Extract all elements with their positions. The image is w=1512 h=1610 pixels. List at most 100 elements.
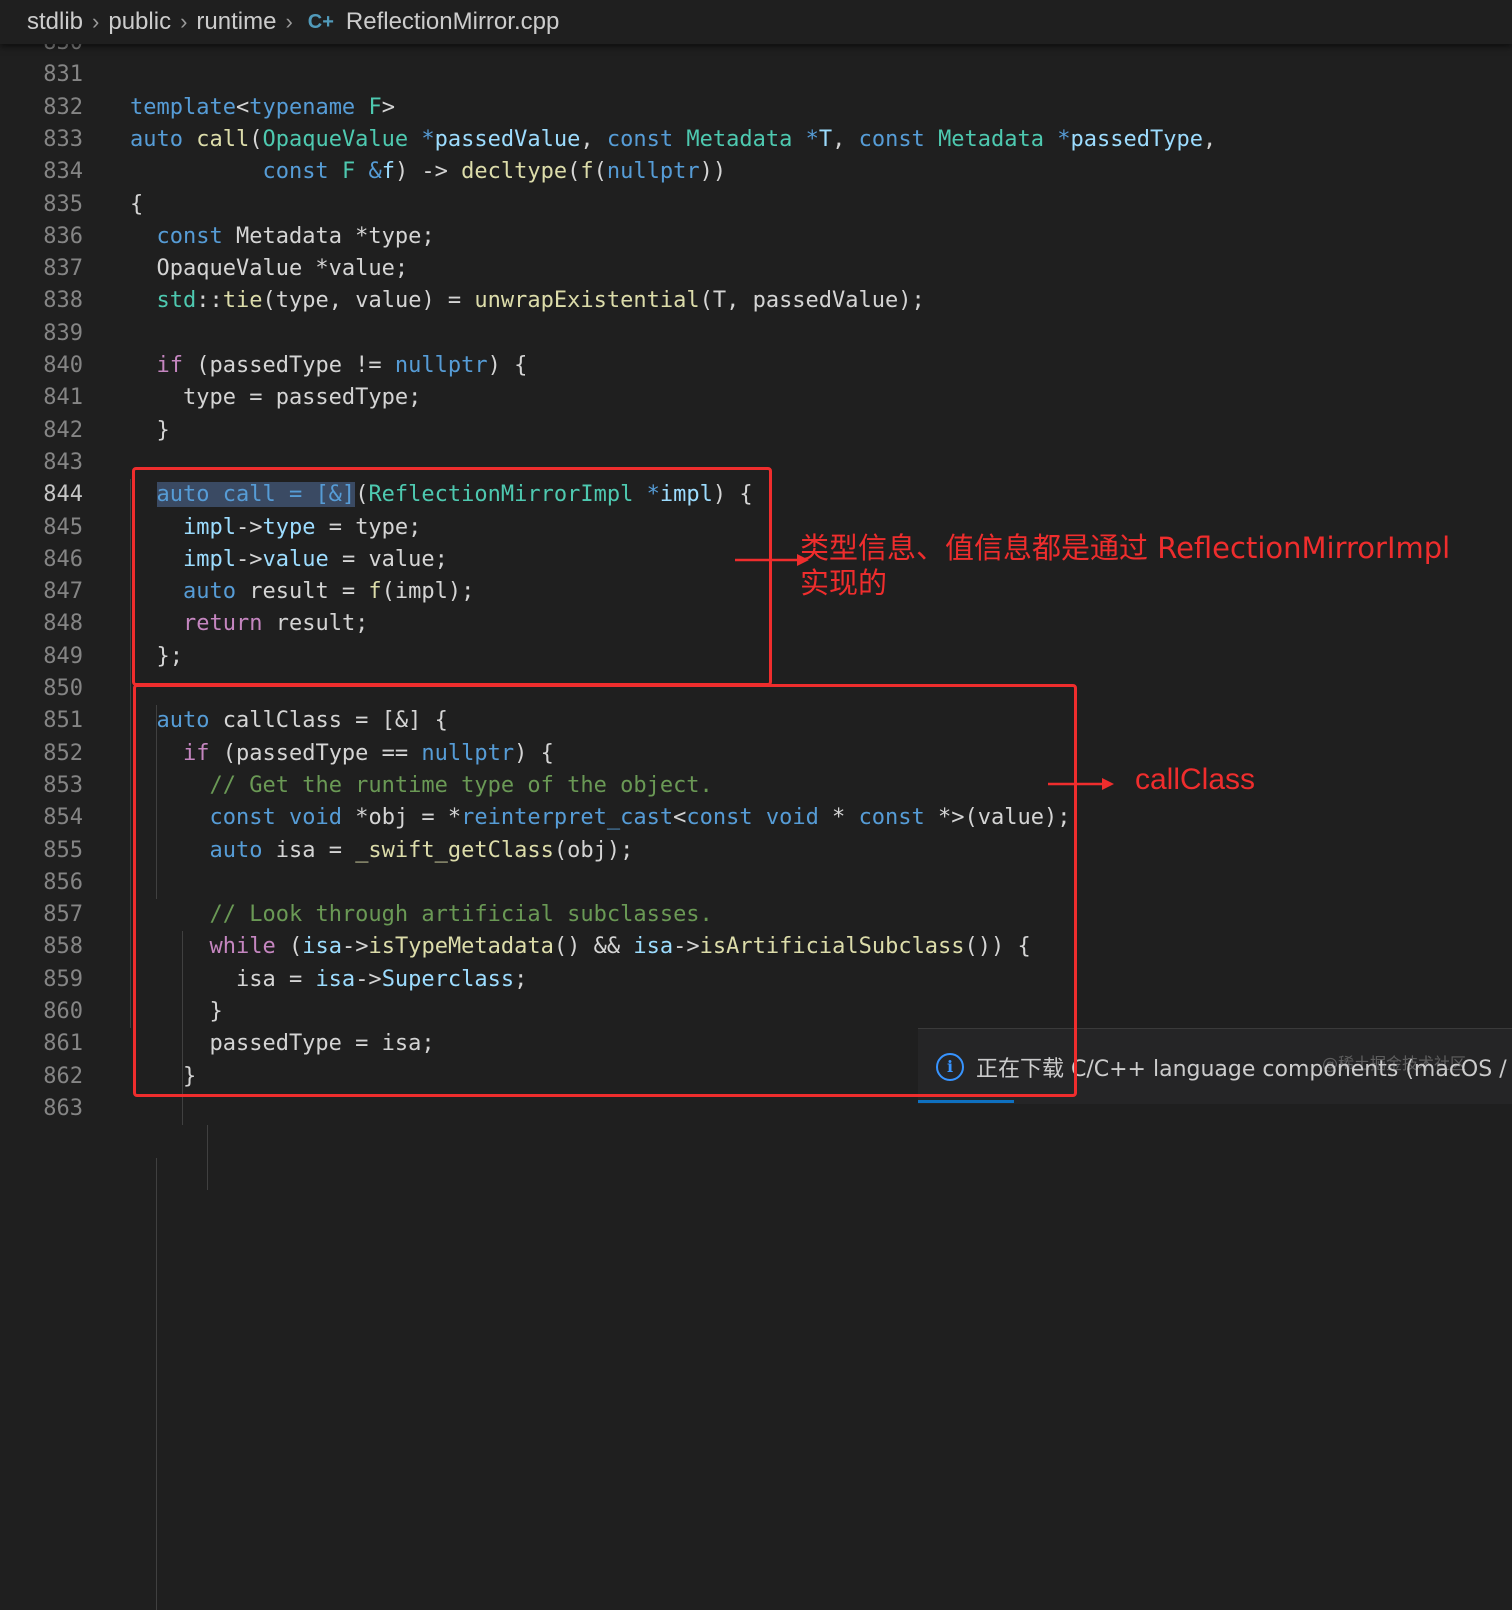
line-number: 839 bbox=[43, 320, 83, 346]
line-number: 834 bbox=[43, 159, 83, 185]
code-text[interactable]: auto call(OpaqueValue *passedValue, cons… bbox=[130, 124, 1216, 156]
code-token: tie bbox=[222, 288, 263, 314]
code-token: * bbox=[805, 126, 819, 152]
code-token: const bbox=[858, 126, 925, 152]
code-text[interactable]: } bbox=[130, 415, 170, 447]
line-number: 831 bbox=[43, 62, 83, 88]
code-line[interactable]: 836 const Metadata *type; bbox=[0, 221, 1512, 253]
line-number: 835 bbox=[43, 191, 83, 217]
code-token: f bbox=[580, 159, 594, 185]
code-token: const bbox=[156, 223, 223, 249]
annotation-callclass: callClass bbox=[1135, 763, 1256, 796]
code-token: ) { bbox=[487, 353, 528, 378]
code-token: * bbox=[1057, 126, 1071, 152]
code-token: f bbox=[381, 159, 395, 185]
line-number: 837 bbox=[43, 256, 83, 282]
line-number: 832 bbox=[43, 94, 83, 120]
code-token: OpaqueValue *value; bbox=[130, 256, 409, 282]
line-number: 849 bbox=[43, 643, 83, 669]
indent-guide bbox=[130, 479, 131, 1029]
line-number: 841 bbox=[43, 385, 83, 411]
code-token: auto bbox=[130, 126, 183, 152]
code-line[interactable]: 841 type = passedType; bbox=[0, 382, 1512, 414]
code-line[interactable]: 834 const F &f) -> decltype(f(nullptr)) bbox=[0, 156, 1512, 188]
code-text[interactable]: type = passedType; bbox=[130, 382, 421, 414]
code-line[interactable]: 832 template<typename F> bbox=[0, 92, 1512, 124]
line-number: 836 bbox=[43, 223, 83, 249]
code-token: (T, passedValue); bbox=[699, 288, 925, 314]
code-token: } bbox=[130, 417, 170, 443]
code-token: * bbox=[421, 126, 435, 152]
code-token: ( bbox=[593, 159, 607, 185]
line-number: 847 bbox=[43, 579, 83, 605]
cpp-file-icon: C+ bbox=[307, 10, 334, 33]
code-text[interactable]: template<typename F> bbox=[130, 92, 395, 124]
code-text[interactable]: const F &f) -> decltype(f(nullptr)) bbox=[130, 156, 726, 188]
indent-guide bbox=[207, 1125, 208, 1190]
code-token: ) -> bbox=[394, 159, 462, 185]
chevron-right-icon: › bbox=[285, 9, 293, 34]
breadcrumb: stdlib › public › runtime › C+ Reflectio… bbox=[0, 0, 1512, 44]
line-number: 856 bbox=[43, 869, 83, 895]
code-token: , bbox=[832, 126, 859, 152]
line-number: 845 bbox=[43, 514, 83, 540]
code-token: :: bbox=[196, 288, 223, 314]
breadcrumb-file[interactable]: ReflectionMirror.cpp bbox=[346, 8, 559, 36]
code-token: F bbox=[368, 94, 382, 120]
code-text[interactable]: if (passedType != nullptr) { bbox=[130, 350, 528, 382]
code-line[interactable]: 842 } bbox=[0, 415, 1512, 447]
line-number: 853 bbox=[43, 772, 83, 798]
code-token: T bbox=[818, 126, 833, 152]
code-text[interactable]: { bbox=[130, 189, 143, 221]
code-token: , bbox=[1202, 126, 1217, 152]
code-token: nullptr bbox=[606, 159, 700, 185]
breadcrumb-item-stdlib[interactable]: stdlib bbox=[27, 8, 83, 36]
code-token: passedType bbox=[1070, 126, 1203, 152]
code-token: & bbox=[368, 159, 382, 185]
code-line[interactable]: 839 bbox=[0, 318, 1512, 350]
code-line[interactable]: 835 { bbox=[0, 189, 1512, 221]
code-token: (type, value) = bbox=[262, 288, 475, 314]
line-number: 842 bbox=[43, 417, 83, 443]
code-token: nullptr bbox=[394, 353, 488, 378]
code-text[interactable]: OpaqueValue *value; bbox=[130, 253, 408, 285]
code-line[interactable]: 833 auto call(OpaqueValue *passedValue, c… bbox=[0, 124, 1512, 156]
code-line[interactable]: 837 OpaqueValue *value; bbox=[0, 253, 1512, 285]
code-line[interactable]: 831 bbox=[0, 59, 1512, 91]
code-line[interactable]: 840 if (passedType != nullptr) { bbox=[0, 350, 1512, 382]
code-token: passedValue bbox=[434, 126, 581, 152]
highlight-box-callclass bbox=[133, 684, 1077, 1097]
code-token: , bbox=[580, 126, 607, 152]
code-token: typename bbox=[249, 94, 356, 120]
code-token: const bbox=[606, 126, 674, 152]
line-number: 862 bbox=[43, 1063, 83, 1089]
code-token: Metadata bbox=[938, 126, 1045, 152]
code-token: call bbox=[196, 126, 250, 152]
line-number: 838 bbox=[43, 288, 83, 314]
code-text[interactable]: std::tie(type, value) = unwrapExistentia… bbox=[130, 285, 925, 317]
line-number: 850 bbox=[43, 676, 83, 701]
code-token: ( bbox=[249, 126, 263, 152]
code-token: Metadata *type; bbox=[222, 223, 435, 249]
line-number: 860 bbox=[43, 999, 83, 1024]
code-text[interactable]: const Metadata *type; bbox=[130, 221, 435, 253]
annotation-arrow-callclass bbox=[1048, 778, 1114, 790]
code-token: unwrapExistential bbox=[474, 288, 700, 314]
code-line[interactable]: 838 std::tie(type, value) = unwrapExiste… bbox=[0, 285, 1512, 317]
line-number: 840 bbox=[43, 353, 83, 378]
breadcrumb-item-runtime[interactable]: runtime bbox=[196, 8, 276, 36]
code-token: OpaqueValue bbox=[262, 126, 409, 152]
breadcrumb-item-public[interactable]: public bbox=[108, 8, 171, 36]
chevron-right-icon: › bbox=[92, 9, 100, 34]
chevron-right-icon: › bbox=[180, 9, 188, 34]
